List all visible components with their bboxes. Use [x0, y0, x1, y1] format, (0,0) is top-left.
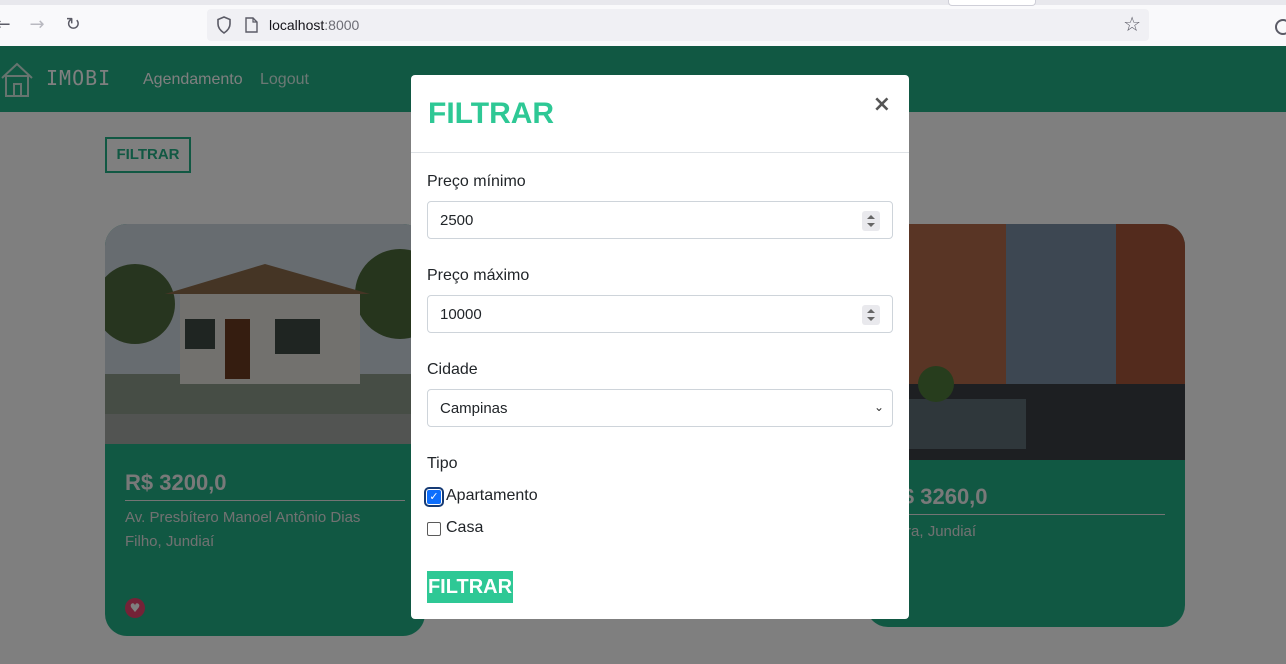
chevron-down-icon: ⌄	[873, 400, 884, 414]
preco-minimo-label: Preço mínimo	[427, 173, 526, 190]
forward-icon[interactable]: →	[26, 14, 48, 36]
url-text[interactable]: localhost:8000	[269, 17, 359, 33]
reload-icon[interactable]: ↻	[62, 14, 84, 36]
back-icon[interactable]: ←	[0, 14, 14, 36]
shield-icon[interactable]	[216, 16, 232, 34]
cidade-label: Cidade	[427, 361, 478, 378]
preco-maximo-value: 10000	[440, 306, 482, 323]
number-spinner-icon[interactable]	[862, 305, 880, 325]
preco-minimo-input[interactable]: 2500	[427, 201, 893, 239]
page-icon	[245, 17, 258, 33]
close-icon[interactable]: ×	[873, 93, 891, 117]
preco-maximo-input[interactable]: 10000	[427, 295, 893, 333]
preco-minimo-value: 2500	[440, 212, 474, 229]
preco-maximo-label: Preço máximo	[427, 267, 530, 284]
apartamento-label[interactable]: Apartamento	[446, 487, 538, 505]
casa-label[interactable]: Casa	[446, 519, 483, 537]
modal-title: FILTRAR	[428, 97, 555, 130]
filter-submit-button[interactable]: FILTRAR	[427, 571, 513, 603]
account-icon[interactable]	[1275, 19, 1286, 35]
tab-edge	[948, 0, 1036, 6]
apartamento-checkbox[interactable]: ✓	[424, 487, 444, 507]
tipo-label: Tipo	[427, 455, 458, 472]
cidade-select[interactable]: Campinas ⌄	[427, 389, 893, 427]
address-bar[interactable]: localhost:8000 ☆	[207, 9, 1149, 41]
cidade-value: Campinas	[440, 400, 508, 417]
bookmark-star-icon[interactable]: ☆	[1123, 14, 1141, 34]
modal-header: FILTRAR ×	[411, 75, 909, 153]
casa-checkbox[interactable]	[427, 522, 441, 536]
browser-toolbar: ← → ↻ localhost:8000 ☆	[0, 0, 1286, 46]
number-spinner-icon[interactable]	[862, 211, 880, 231]
filter-modal: FILTRAR × Preço mínimo 2500 Preço máximo…	[411, 75, 909, 619]
